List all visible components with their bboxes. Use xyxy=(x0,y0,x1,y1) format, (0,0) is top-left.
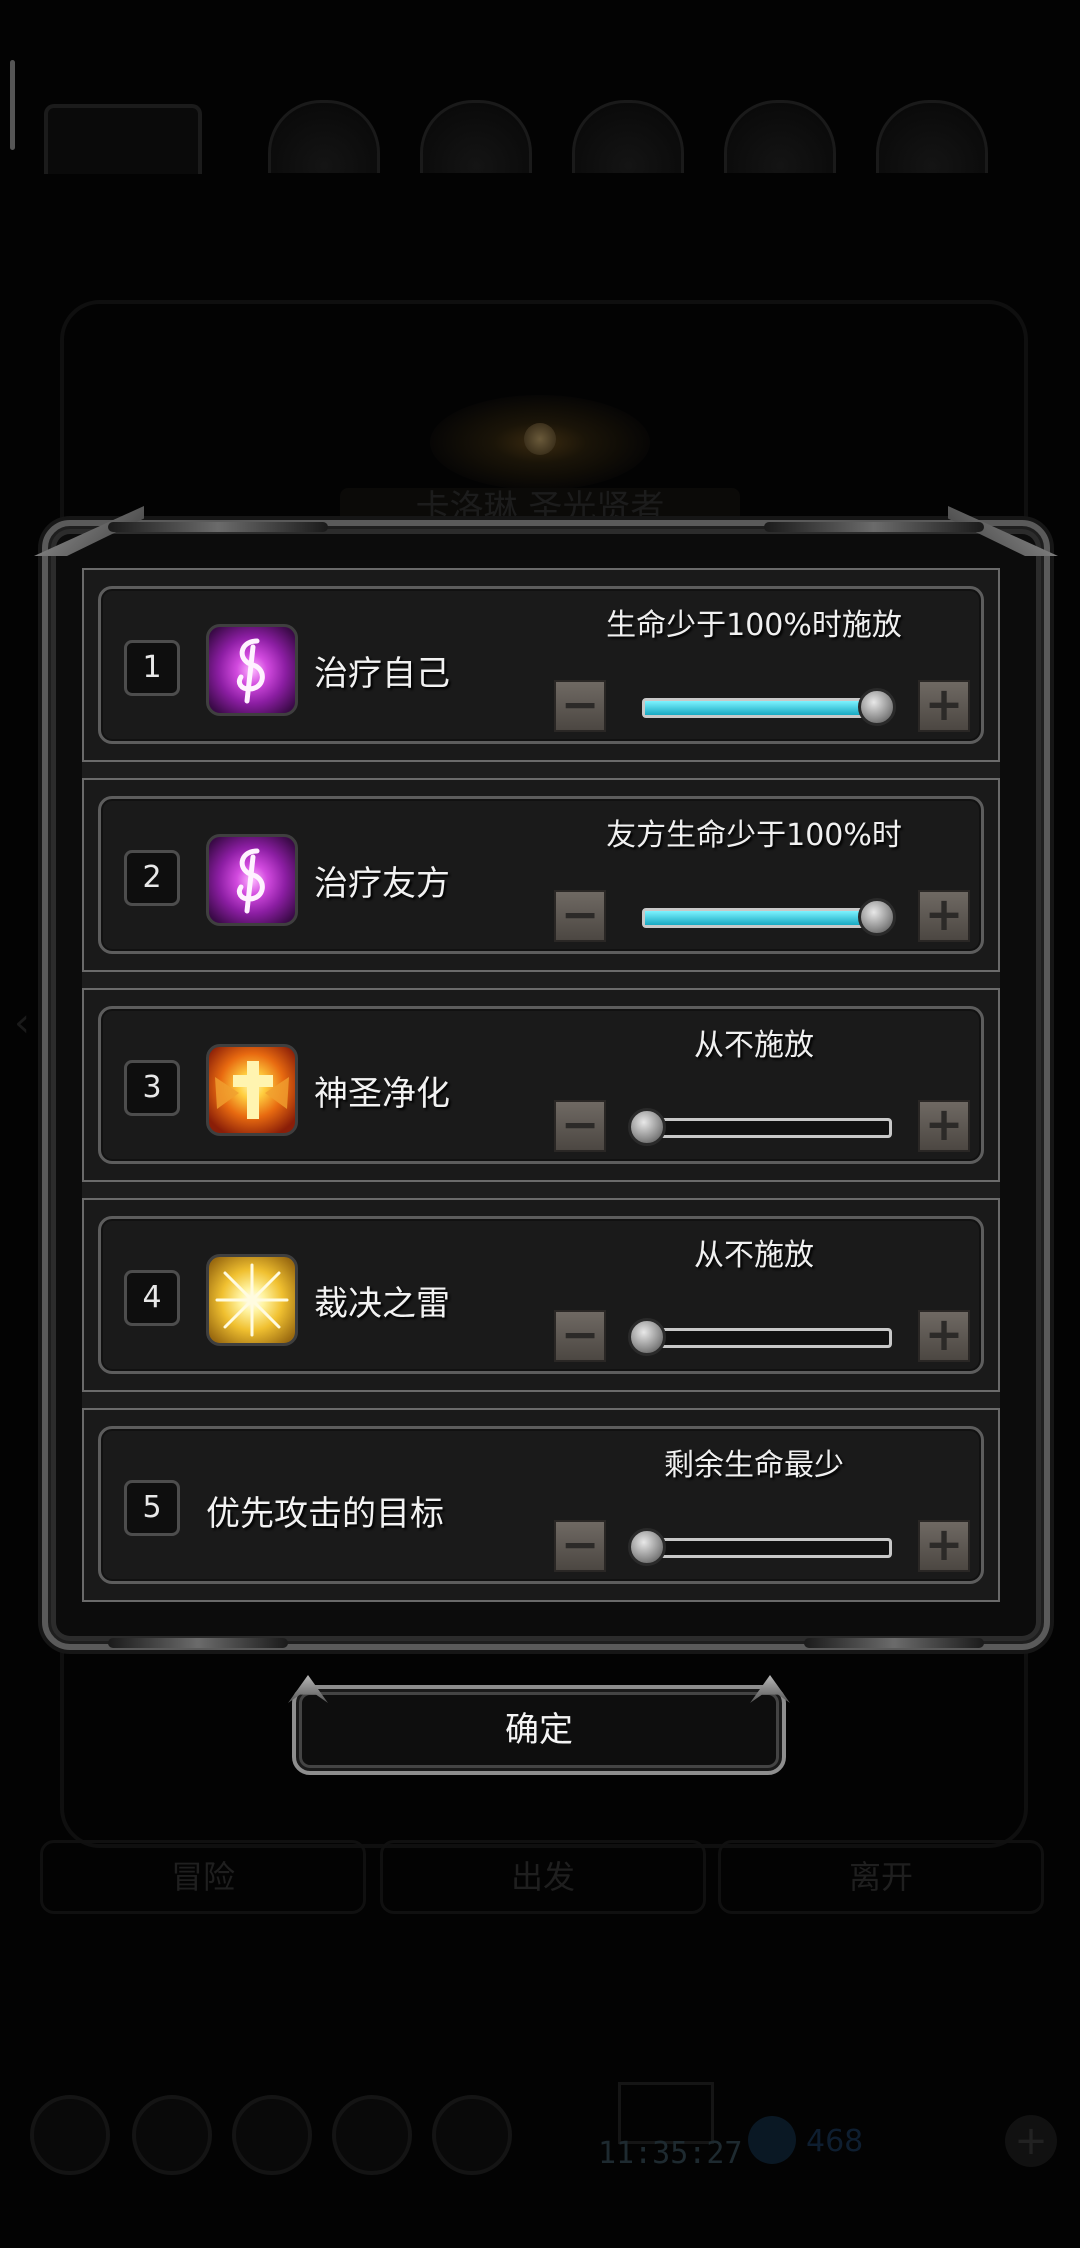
increase-button[interactable]: + xyxy=(918,680,970,732)
target-priority-label: 优先攻击的目标 xyxy=(206,1494,444,1534)
target-condition-label: 剩余生命最少 xyxy=(664,1448,844,1483)
priority-number: 3 xyxy=(124,1060,180,1116)
dialog-flourish-bottom-left xyxy=(108,1638,288,1648)
heal-skill-icon xyxy=(206,834,298,926)
decrease-button[interactable]: − xyxy=(554,1310,606,1362)
slider-fill xyxy=(645,911,889,925)
cast-condition-label: 生命少于100%时施放 xyxy=(606,608,902,643)
bg-dock-icon-2 xyxy=(132,2095,212,2175)
bg-dock-icon-3 xyxy=(232,2095,312,2175)
skill-row-4: 4 裁决之雷 从不施放 − + xyxy=(82,1198,1000,1392)
increase-button[interactable]: + xyxy=(918,890,970,942)
slider-fill xyxy=(645,701,889,715)
bg-dock-icon-5 xyxy=(432,2095,512,2175)
bg-book-icon xyxy=(618,2082,714,2144)
skill-name: 治疗自己 xyxy=(314,654,450,694)
increase-button[interactable]: + xyxy=(918,1520,970,1572)
thunder-icon xyxy=(206,1254,298,1346)
threshold-slider[interactable] xyxy=(642,1328,892,1348)
slider-knob[interactable] xyxy=(858,898,896,936)
bg-hero-slot-5 xyxy=(876,100,988,173)
skill-name: 裁决之雷 xyxy=(314,1284,450,1324)
bg-dock-icon-4 xyxy=(332,2095,412,2175)
slider-knob[interactable] xyxy=(858,688,896,726)
cast-condition-label: 从不施放 xyxy=(694,1238,814,1273)
decrease-button[interactable]: − xyxy=(554,1100,606,1152)
priority-number: 2 xyxy=(124,850,180,906)
bg-nav-leave: 离开 xyxy=(718,1840,1044,1914)
threshold-slider[interactable] xyxy=(642,1118,892,1138)
bg-hero-slot-2 xyxy=(420,100,532,173)
slider-knob[interactable] xyxy=(628,1318,666,1356)
bg-clock: 11:35:27 xyxy=(598,2136,743,2171)
bg-coin-icon xyxy=(748,2116,796,2164)
dialog-flourish-left xyxy=(108,522,328,532)
bg-hero-slot-4 xyxy=(724,100,836,173)
bg-nav-adventure: 冒险 xyxy=(40,1840,366,1914)
bg-hero-slot-1 xyxy=(268,100,380,173)
priority-number: 4 xyxy=(124,1270,180,1326)
bg-hero-slot-3 xyxy=(572,100,684,173)
skill-name: 神圣净化 xyxy=(314,1074,450,1114)
increase-button[interactable]: + xyxy=(918,1100,970,1152)
skill-row-3: 3 神圣净化 从不施放 − + xyxy=(82,988,1000,1182)
slider-knob[interactable] xyxy=(628,1108,666,1146)
priority-number: 5 xyxy=(124,1480,180,1536)
decrease-button[interactable]: − xyxy=(554,1520,606,1572)
decrease-button[interactable]: − xyxy=(554,680,606,732)
bg-emblem-icon xyxy=(430,395,650,490)
confirm-button[interactable]: 确定 xyxy=(292,1685,786,1775)
priority-number: 1 xyxy=(124,640,180,696)
bg-nav-depart: 出发 xyxy=(380,1840,706,1914)
skill-name: 治疗友方 xyxy=(314,864,450,904)
dialog-flourish-right xyxy=(764,522,984,532)
bg-add-icon: + xyxy=(1005,2115,1057,2167)
decrease-button[interactable]: − xyxy=(554,890,606,942)
cast-condition-label: 从不施放 xyxy=(694,1028,814,1063)
increase-button[interactable]: + xyxy=(918,1310,970,1362)
threshold-slider[interactable] xyxy=(642,698,892,718)
cast-condition-label: 友方生命少于100%时 xyxy=(606,818,902,853)
skill-row-5: 5 优先攻击的目标 剩余生命最少 − + xyxy=(82,1408,1000,1602)
skill-settings-dialog: 1 治疗自己 生命少于100%时施放 − + 2 治疗友方 友方生命少于100%… xyxy=(34,506,1050,1650)
game-screen: 卡洛琳 圣光贤者 ‹ › 冒险 出发 离开 11:35:27 468 + 1 xyxy=(0,0,1080,2248)
bg-currency-count: 468 xyxy=(806,2124,864,2159)
skill-row-1: 1 治疗自己 生命少于100%时施放 − + xyxy=(82,568,1000,762)
dialog-flourish-bottom-right xyxy=(804,1638,984,1648)
slider-knob[interactable] xyxy=(628,1528,666,1566)
bg-dock-icon-1 xyxy=(30,2095,110,2175)
threshold-slider[interactable] xyxy=(642,908,892,928)
bg-prev-arrow-icon: ‹ xyxy=(14,1000,30,1046)
scroll-indicator xyxy=(10,60,15,150)
heal-skill-icon xyxy=(206,624,298,716)
skill-row-2: 2 治疗友方 友方生命少于100%时 − + xyxy=(82,778,1000,972)
skill-list: 1 治疗自己 生命少于100%时施放 − + 2 治疗友方 友方生命少于100%… xyxy=(82,568,1000,1602)
holy-purify-icon xyxy=(206,1044,298,1136)
target-slider[interactable] xyxy=(642,1538,892,1558)
bg-portrait-slot xyxy=(44,104,202,174)
